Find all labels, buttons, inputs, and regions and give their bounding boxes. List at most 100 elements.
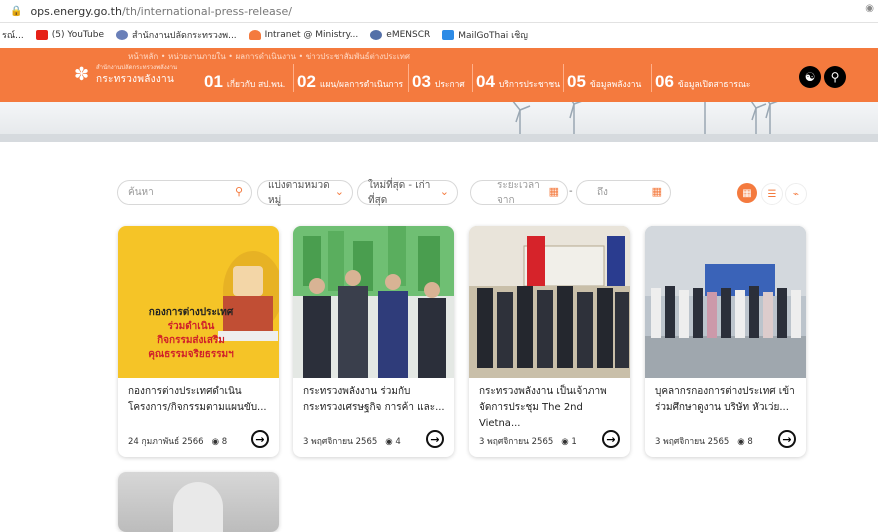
nav-item-open-data[interactable]: 06 ข้อมูลเปิดสาธารณะ: [655, 72, 750, 92]
bookmark-label: รณ์...: [2, 31, 24, 41]
nav-label: บริการประชาชน: [498, 80, 561, 90]
bookmark-item[interactable]: รณ์...: [2, 28, 24, 42]
bookmark-label: สำนักงานปลัดกระทรวงพ...: [132, 31, 237, 41]
news-card-views: 8: [747, 437, 753, 447]
news-card-title[interactable]: กระทรวงพลังงาน เป็นเจ้าภาพจัดการประชุม T…: [479, 384, 624, 432]
news-card-title[interactable]: บุคลากรกองการต่างประเทศ เข้าร่วมศึกษาดูง…: [655, 384, 800, 416]
accessibility-icon[interactable]: ☯: [799, 66, 821, 88]
news-card-date: 3 พฤศจิกายน 2565: [303, 437, 378, 447]
logo-title: กระทรวงพลังงาน: [96, 74, 175, 85]
url-text[interactable]: ops.energy.go.th/th/international-press-…: [30, 5, 291, 18]
news-card-title[interactable]: กองการต่างประเทศดำเนินโครงการ/กิจกรรมตาม…: [128, 384, 273, 416]
mail-z-icon: [442, 30, 455, 40]
news-card[interactable]: กองการต่างประเทศ ร่วมดำเนิน กิจกรรมส่งเส…: [118, 226, 279, 457]
globe-icon: [370, 30, 383, 40]
grid-view-icon[interactable]: ▦: [737, 183, 757, 203]
news-card[interactable]: [118, 472, 279, 532]
browser-menu-icon[interactable]: ◉: [865, 3, 874, 14]
nav-label: ประกาศ: [434, 80, 465, 90]
logo-subtitle: สำนักงานปลัดกระทรวงพลังงาน: [96, 64, 178, 71]
bookmark-ops[interactable]: สำนักงานปลัดกระทรวงพ...: [116, 28, 237, 42]
news-card[interactable]: กระทรวงพลังงาน ร่วมกับกระทรวงเศรษฐกิจ กา…: [293, 226, 454, 457]
bookmark-youtube[interactable]: (5) YouTube: [35, 30, 104, 40]
news-card-title[interactable]: กระทรวงพลังงาน ร่วมกับกระทรวงเศรษฐกิจ กา…: [303, 384, 448, 416]
eye-icon: ◉: [385, 437, 393, 447]
search-icon[interactable]: ⚲: [235, 185, 243, 198]
rss-icon[interactable]: ⌁: [785, 183, 807, 205]
list-view-icon[interactable]: ☰: [761, 183, 783, 205]
search-input[interactable]: ค้นหา ⚲: [117, 180, 252, 205]
nav-divider: [408, 64, 409, 92]
nav-label: ข้อมูลเปิดสาธารณะ: [677, 80, 751, 90]
news-card-views: 8: [221, 437, 228, 447]
youtube-icon: [35, 30, 48, 40]
news-card-date: 3 พฤศจิกายน 2565: [655, 437, 730, 447]
category-value: แบ่งตามหมวดหมู่: [268, 179, 330, 206]
flame-icon: [248, 30, 261, 40]
search-icon[interactable]: ⚲: [824, 66, 846, 88]
address-bar[interactable]: 🔒 ops.energy.go.th/th/international-pres…: [0, 0, 878, 23]
bookmark-intranet[interactable]: Intranet @ Ministry...: [248, 30, 359, 40]
poster-line: ร่วมดำเนิน: [167, 321, 215, 332]
date-separator: -: [569, 186, 573, 197]
bookmark-mailgothai[interactable]: MailGoThai เชิญ: [442, 28, 528, 42]
ministry-emblem-icon: ✽: [74, 63, 90, 85]
url-host: ops.energy.go.th: [30, 4, 122, 18]
news-card-image: กองการต่างประเทศ ร่วมดำเนิน กิจกรรมส่งเส…: [118, 226, 279, 378]
arrow-right-icon[interactable]: →: [778, 430, 796, 448]
news-card-meta: 3 พฤศจิกายน 2565 ◉ 8: [655, 434, 753, 448]
bookmark-emenscr[interactable]: eMENSCR: [370, 30, 430, 40]
poster-line: กิจกรรมส่งเสริม: [157, 335, 225, 346]
news-card[interactable]: บุคลากรกองการต่างประเทศ เข้าร่วมศึกษาดูง…: [645, 226, 806, 457]
nav-label: เกี่ยวกับ สป.พน.: [226, 80, 286, 90]
nav-item-about[interactable]: 01 เกี่ยวกับ สป.พน.: [204, 72, 285, 92]
calendar-icon[interactable]: ▦: [652, 185, 662, 198]
news-card-meta: 3 พฤศจิกายน 2565 ◉ 1: [479, 434, 577, 448]
arrow-right-icon[interactable]: →: [251, 430, 269, 448]
nav-label: แผน/ผลการดำเนินการ: [319, 80, 404, 90]
eye-icon: ◉: [561, 437, 569, 447]
sort-value: ใหม่ที่สุด - เก่าที่สุด: [368, 179, 431, 206]
nav-number: 06: [655, 72, 674, 91]
nav-divider: [563, 64, 564, 92]
news-card-views: 1: [571, 437, 577, 447]
bookmarks-bar: รณ์... (5) YouTube สำนักงานปลัดกระทรวงพ.…: [0, 23, 878, 47]
bookmark-label: eMENSCR: [386, 30, 431, 40]
url-path: /th/international-press-release/: [121, 4, 292, 18]
globe-icon: [116, 30, 128, 40]
chevron-down-icon: ⌄: [334, 185, 344, 198]
news-card-meta: 3 พฤศจิกายน 2565 ◉ 4: [303, 434, 401, 448]
nav-divider: [293, 64, 294, 92]
group-photo: [645, 226, 806, 378]
search-placeholder: ค้นหา: [128, 187, 154, 198]
news-card[interactable]: กระทรวงพลังงาน เป็นเจ้าภาพจัดการประชุม T…: [469, 226, 630, 457]
bookmark-label: Intranet @ Ministry...: [264, 30, 359, 40]
site-logo[interactable]: ✽ สำนักงานปลัดกระทรวงพลังงาน กระทรวงพลัง…: [74, 62, 177, 87]
nav-divider: [651, 64, 652, 92]
nav-number: 03: [412, 72, 431, 91]
nav-number: 04: [476, 72, 495, 91]
category-select[interactable]: แบ่งตามหมวดหมู่ ⌄: [257, 179, 353, 206]
date-to-field[interactable]: ถึง ▦: [576, 180, 671, 205]
lock-icon: 🔒: [10, 5, 23, 17]
nav-item-services[interactable]: 04 บริการประชาชน: [476, 72, 560, 92]
nav-item-announcements[interactable]: 03 ประกาศ: [412, 72, 465, 92]
nav-number: 05: [567, 72, 586, 91]
nav-item-plans[interactable]: 02 แผน/ผลการดำเนินการ: [297, 72, 403, 92]
nav-item-energy-data[interactable]: 05 ข้อมูลพลังงาน: [567, 72, 641, 92]
group-photo: [293, 226, 454, 378]
calendar-icon[interactable]: ▦: [549, 185, 559, 198]
date-to-placeholder: ถึง: [597, 187, 608, 198]
arrow-right-icon[interactable]: →: [602, 430, 620, 448]
arrow-right-icon[interactable]: →: [426, 430, 444, 448]
eye-icon: ◉: [737, 437, 745, 447]
group-photo: [469, 226, 630, 378]
poster-line: คุณธรรมจริยธรรมฯ: [148, 349, 234, 360]
sort-select[interactable]: ใหม่ที่สุด - เก่าที่สุด ⌄: [357, 179, 458, 206]
news-card-image: [645, 226, 806, 378]
nav-number: 01: [204, 72, 223, 91]
news-card-views: 4: [395, 437, 401, 447]
date-from-field[interactable]: ระยะเวลาจาก ▦: [470, 180, 568, 206]
poster-line: กองการต่างประเทศ: [148, 307, 234, 318]
bookmark-label: (5) YouTube: [51, 30, 104, 40]
